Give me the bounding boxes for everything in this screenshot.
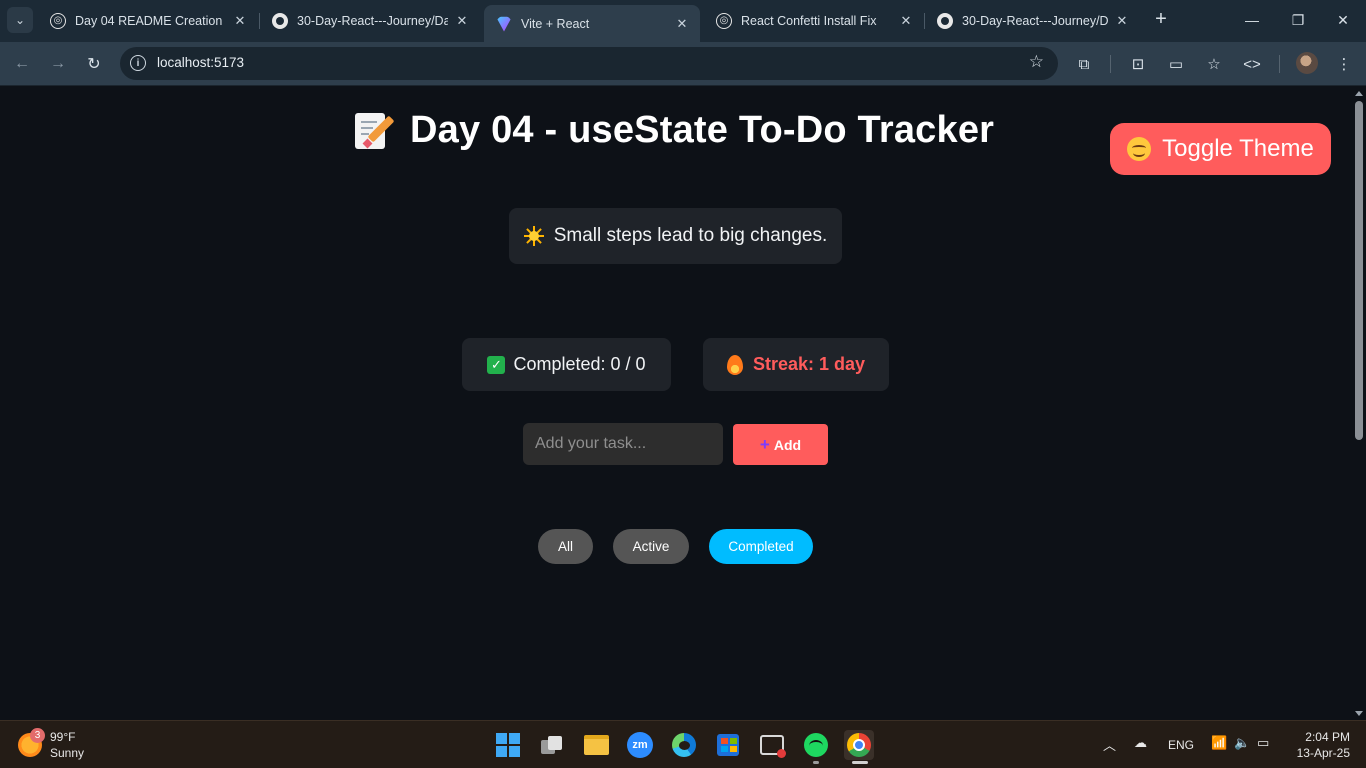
plus-icon: + (759, 434, 770, 454)
memo-icon (352, 111, 395, 151)
add-task-button[interactable]: + Add (733, 424, 828, 465)
devtools-icon[interactable]: <> (1239, 51, 1265, 77)
browser-tab-active[interactable]: Vite + React ✕ (484, 5, 700, 42)
task-view-icon[interactable] (537, 730, 567, 760)
volume-icon[interactable]: 🔈 (1234, 735, 1250, 751)
sun-weather-icon: 3 (18, 728, 45, 757)
task-input[interactable] (523, 423, 723, 465)
weather-temp: 99°F (50, 730, 76, 744)
chrome-icon[interactable] (844, 730, 874, 760)
tab-title: Vite + React (521, 16, 590, 31)
browser-toolbar: ← → ↻ i localhost:5173 ☆ ⧉ ⊡ ▭ ☆ <> ⋮ (0, 42, 1366, 86)
tab-title: Day 04 README Creation (75, 13, 223, 28)
zoom-icon[interactable]: zm (625, 730, 655, 760)
tab-search-button[interactable]: ⌄ (7, 7, 33, 33)
close-icon[interactable]: ✕ (232, 13, 248, 29)
scroll-down-icon[interactable] (1355, 711, 1363, 716)
favorites-icon[interactable]: ☆ (1201, 51, 1227, 77)
forward-arrow-icon[interactable]: → (45, 51, 71, 77)
chevron-up-icon[interactable]: ︿ (1103, 735, 1116, 754)
chatgpt-icon: ◎ (50, 12, 66, 29)
close-icon[interactable]: ✕ (898, 13, 914, 29)
extensions-icon[interactable]: ⧉ (1071, 51, 1097, 77)
file-explorer-icon[interactable] (581, 730, 611, 760)
check-icon: ✓ (487, 355, 506, 374)
taskbar: 3 99°F Sunny zm ︿ ☁ ENG 📶 🔈 ▭ 2:04 PM 13… (0, 720, 1366, 768)
browser-tab[interactable]: 30-Day-React---Journey/Day ✕ (925, 5, 1140, 36)
scroll-up-icon[interactable] (1355, 91, 1363, 96)
sun-icon (523, 226, 544, 246)
tab-title: 30-Day-React---Journey/Day (297, 13, 448, 28)
clock-date: 13-Apr-25 (1296, 746, 1350, 760)
address-bar[interactable]: i localhost:5173 ☆ (120, 47, 1058, 80)
browser-tab[interactable]: ◎ React Confetti Install Fix ✕ (704, 5, 924, 36)
windows-start-icon[interactable] (493, 730, 523, 760)
minimize-icon[interactable]: — (1229, 0, 1275, 40)
app-page: Day 04 - useState To-Do Tracker Toggle T… (0, 87, 1352, 720)
more-menu-icon[interactable]: ⋮ (1331, 51, 1357, 77)
weather-desc: Sunny (50, 746, 85, 760)
toolbar-divider (1110, 55, 1111, 73)
close-icon[interactable]: ✕ (674, 16, 690, 32)
close-icon[interactable]: ✕ (454, 13, 470, 29)
clock-time: 2:04 PM (1305, 730, 1350, 744)
restore-icon[interactable]: ❐ (1275, 0, 1321, 40)
spotify-icon[interactable] (801, 730, 831, 760)
quote-card: Small steps lead to big changes. (509, 208, 842, 264)
toggle-theme-label: Toggle Theme (1162, 135, 1314, 162)
github-icon (937, 12, 953, 29)
filter-active-button[interactable]: Active (613, 529, 689, 564)
vite-icon (496, 16, 512, 32)
wifi-icon[interactable]: 📶 (1211, 735, 1227, 751)
battery-icon[interactable]: ▭ (1257, 735, 1269, 751)
system-clock[interactable]: 2:04 PM 13-Apr-25 (1290, 729, 1350, 761)
quote-text: Small steps lead to big changes. (553, 225, 828, 246)
microsoft-store-icon[interactable] (713, 730, 743, 760)
add-task-label: Add (773, 436, 802, 453)
completed-count: Completed: 0 / 0 (513, 354, 646, 374)
page-title-text: Day 04 - useState To-Do Tracker (410, 109, 995, 151)
streak-stat-card: Streak: 1 day (703, 338, 889, 391)
cast-icon[interactable]: ▭ (1163, 51, 1189, 77)
language-indicator[interactable]: ENG (1168, 738, 1194, 752)
site-info-icon[interactable]: i (130, 55, 146, 71)
reload-icon[interactable]: ↻ (81, 51, 107, 77)
new-tab-icon[interactable]: + (1150, 9, 1172, 31)
back-arrow-icon[interactable]: ← (9, 51, 35, 77)
close-icon[interactable]: ✕ (1114, 13, 1130, 29)
window-close-icon[interactable]: ✕ (1320, 0, 1366, 40)
active-indicator (852, 761, 868, 764)
address-url[interactable]: localhost:5173 (157, 55, 244, 70)
profile-avatar[interactable] (1296, 52, 1318, 74)
toggle-theme-button[interactable]: Toggle Theme (1110, 123, 1331, 175)
github-icon (272, 12, 288, 29)
fire-icon (726, 354, 743, 375)
browser-tab[interactable]: 30-Day-React---Journey/Day ✕ (260, 5, 480, 36)
bookmark-star-icon[interactable]: ☆ (1029, 52, 1044, 72)
screenshot-icon[interactable]: ⊡ (1125, 51, 1151, 77)
toolbar-divider (1279, 55, 1280, 73)
chatgpt-icon: ◎ (716, 12, 732, 29)
streak-count: Streak: 1 day (752, 354, 866, 374)
page-title: Day 04 - useState To-Do Tracker (352, 109, 994, 152)
onedrive-cloud-icon[interactable]: ☁ (1134, 735, 1147, 751)
screen-recorder-icon[interactable] (757, 730, 787, 760)
smiley-icon (1127, 137, 1152, 161)
edge-icon[interactable] (669, 730, 699, 760)
weather-widget[interactable]: 3 99°F Sunny (18, 728, 85, 761)
browser-tab[interactable]: ◎ Day 04 README Creation ✕ (38, 5, 258, 36)
running-indicator (813, 761, 819, 764)
tab-title: React Confetti Install Fix (741, 13, 877, 28)
weather-badge: 3 (30, 728, 45, 743)
page-scrollbar[interactable] (1352, 87, 1366, 720)
completed-stat-card: ✓ Completed: 0 / 0 (462, 338, 671, 391)
tab-title: 30-Day-React---Journey/Day (962, 13, 1108, 28)
filter-all-button[interactable]: All (538, 529, 593, 564)
chevron-down-icon: ⌄ (14, 13, 26, 27)
scroll-thumb[interactable] (1355, 101, 1363, 440)
filter-completed-button[interactable]: Completed (709, 529, 813, 564)
browser-tab-strip: ⌄ ◎ Day 04 README Creation ✕ 30-Day-Reac… (0, 0, 1366, 42)
